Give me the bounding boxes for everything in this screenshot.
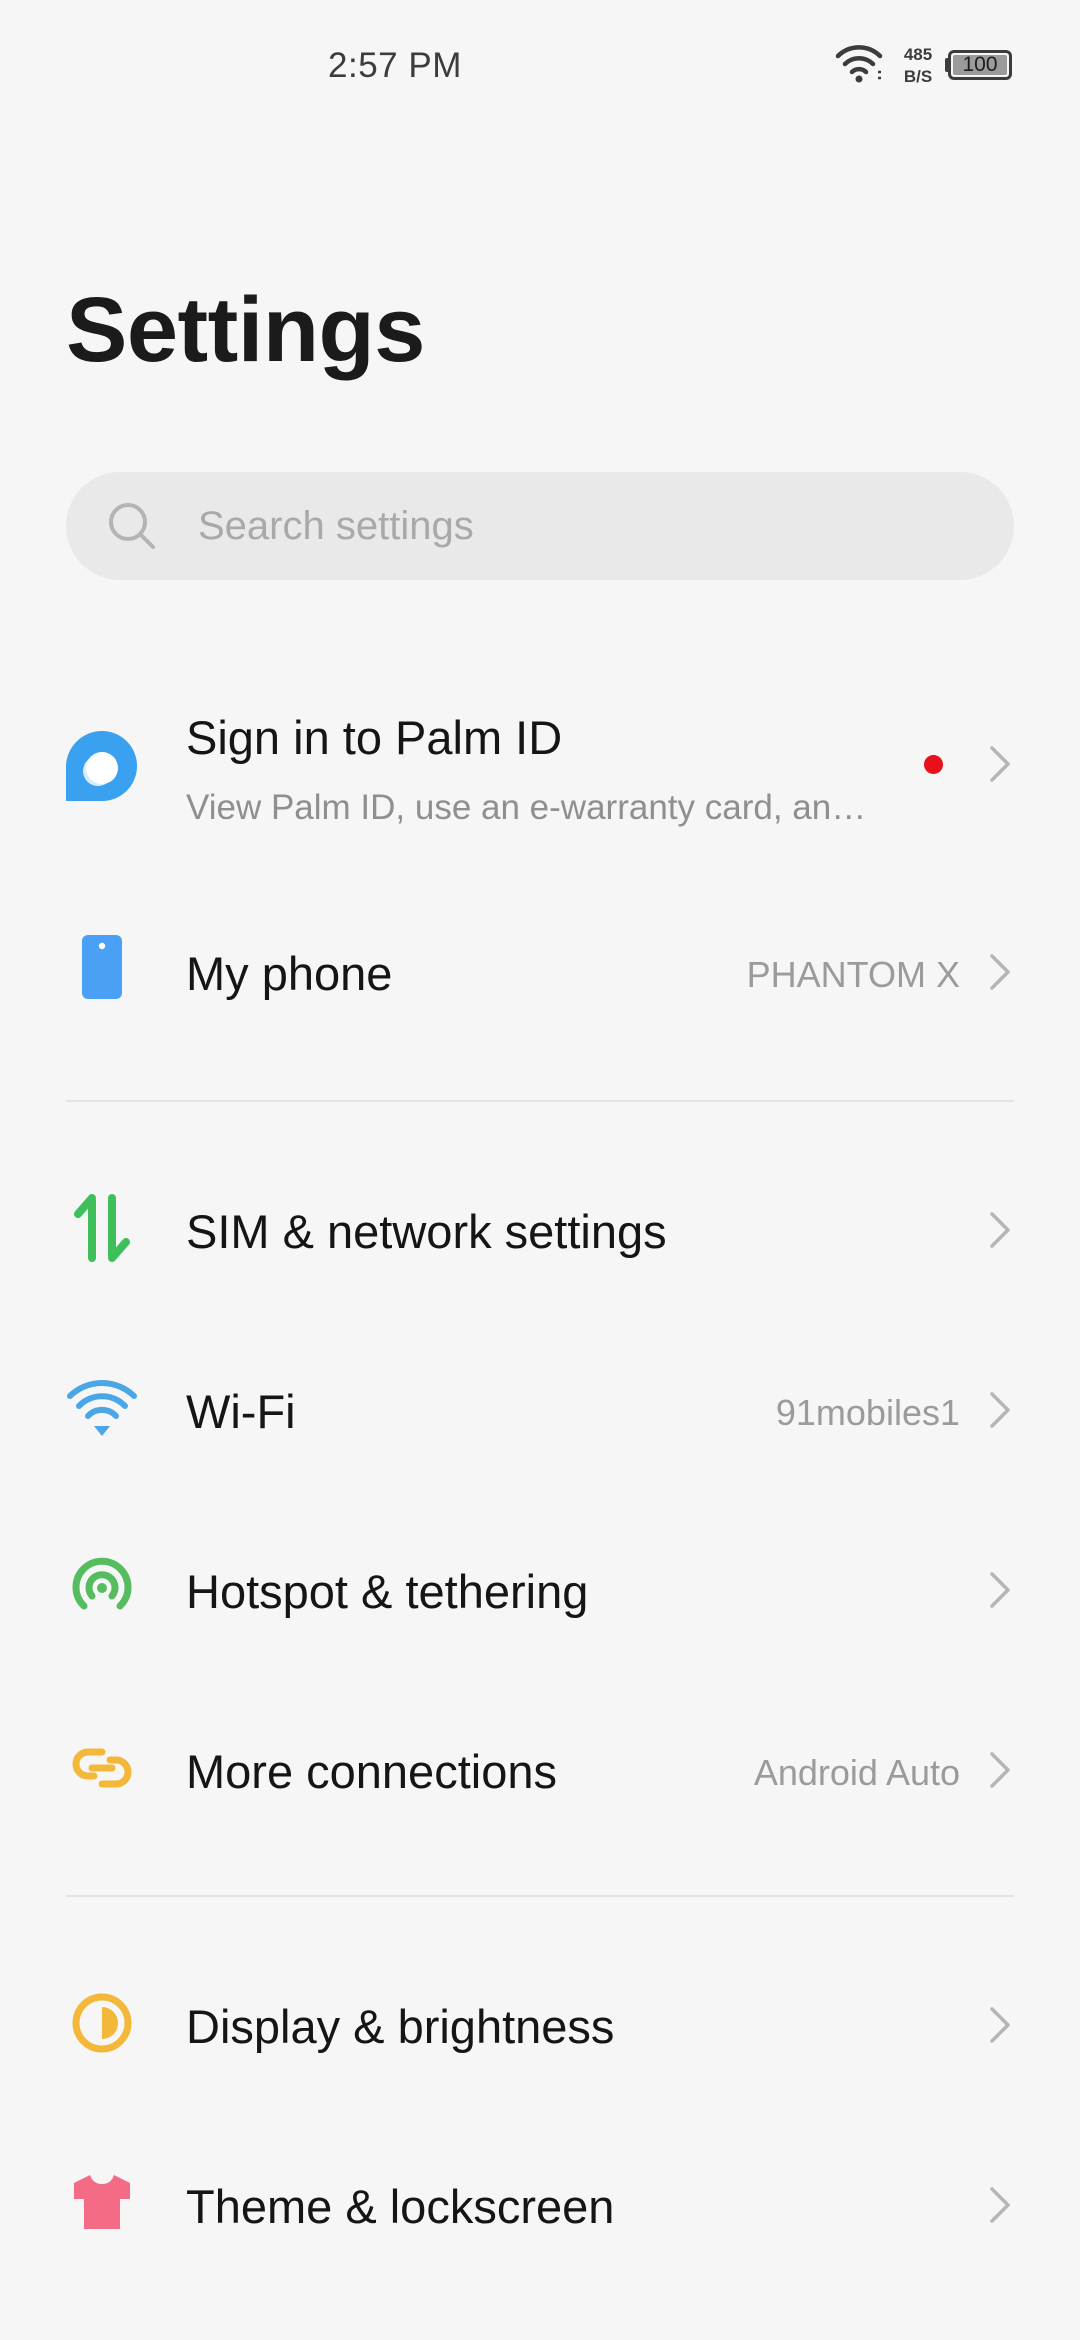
battery-icon: 100 (948, 50, 1012, 80)
chevron-right-icon (990, 1572, 1010, 1608)
row-value: 91mobiles1 (775, 1392, 960, 1433)
chevron-right-icon (990, 1212, 1010, 1248)
sidebar-item-sim-network[interactable]: SIM & network settings (0, 1160, 1080, 1300)
search-icon (109, 503, 155, 549)
sidebar-item-palm-id[interactable]: Sign in to Palm ID View Palm ID, use an … (0, 668, 1080, 858)
sidebar-item-display[interactable]: Display & brightness (0, 1955, 1080, 2095)
row-title: SIM & network settings (186, 1205, 667, 1258)
chevron-right-icon (990, 1752, 1010, 1788)
sidebar-item-hotspot[interactable]: Hotspot & tethering (0, 1520, 1080, 1660)
hotspot-icon (72, 1557, 132, 1610)
sidebar-item-my-phone[interactable]: My phone PHANTOM X (0, 902, 1080, 1042)
divider (66, 1895, 1014, 1897)
status-bar: 2:57 PM 485 B/S 100 (0, 0, 1080, 130)
sim-network-icon (74, 1194, 130, 1262)
row-title: Sign in to Palm ID (186, 711, 563, 764)
network-speed-unit: B/S (903, 67, 933, 86)
palm-id-icon (66, 731, 138, 801)
row-value: PHANTOM X (746, 954, 960, 995)
settings-screen: 2:57 PM 485 B/S 100 Settings Search sett… (0, 0, 1080, 2340)
row-title: Hotspot & tethering (186, 1565, 589, 1618)
search-input[interactable]: Search settings (66, 472, 1014, 580)
row-title: More connections (186, 1745, 557, 1798)
notification-dot (924, 755, 943, 774)
divider (66, 1100, 1014, 1102)
status-time: 2:57 PM (328, 46, 462, 85)
theme-shirt-icon (74, 2175, 130, 2229)
chevron-right-icon (990, 746, 1010, 782)
sidebar-item-theme[interactable]: Theme & lockscreen (0, 2135, 1080, 2275)
sidebar-item-more-connections[interactable]: More connections Android Auto (0, 1700, 1080, 1840)
phone-icon (82, 935, 122, 999)
row-subtitle: View Palm ID, use an e-warranty card, an… (186, 788, 867, 827)
page-title: Settings (66, 279, 425, 381)
sidebar-item-wifi[interactable]: Wi-Fi 91mobiles1 (0, 1340, 1080, 1480)
wifi-signal-icon (835, 45, 883, 83)
row-title: Wi-Fi (186, 1385, 296, 1438)
row-value: Android Auto (753, 1752, 960, 1793)
row-title: Display & brightness (186, 2000, 615, 2053)
chevron-right-icon (990, 2007, 1010, 2043)
chevron-right-icon (990, 954, 1010, 990)
chevron-right-icon (990, 2187, 1010, 2223)
brightness-icon (72, 1993, 132, 2053)
network-speed: 485 B/S (896, 44, 940, 88)
search-placeholder: Search settings (198, 504, 474, 548)
chevron-right-icon (990, 1392, 1010, 1428)
row-title: My phone (186, 947, 393, 1000)
battery-level: 100 (962, 53, 998, 76)
network-speed-value: 485 (903, 45, 933, 64)
connections-icon (72, 1748, 132, 1788)
row-title: Theme & lockscreen (186, 2180, 615, 2233)
wifi-icon (67, 1380, 137, 1436)
